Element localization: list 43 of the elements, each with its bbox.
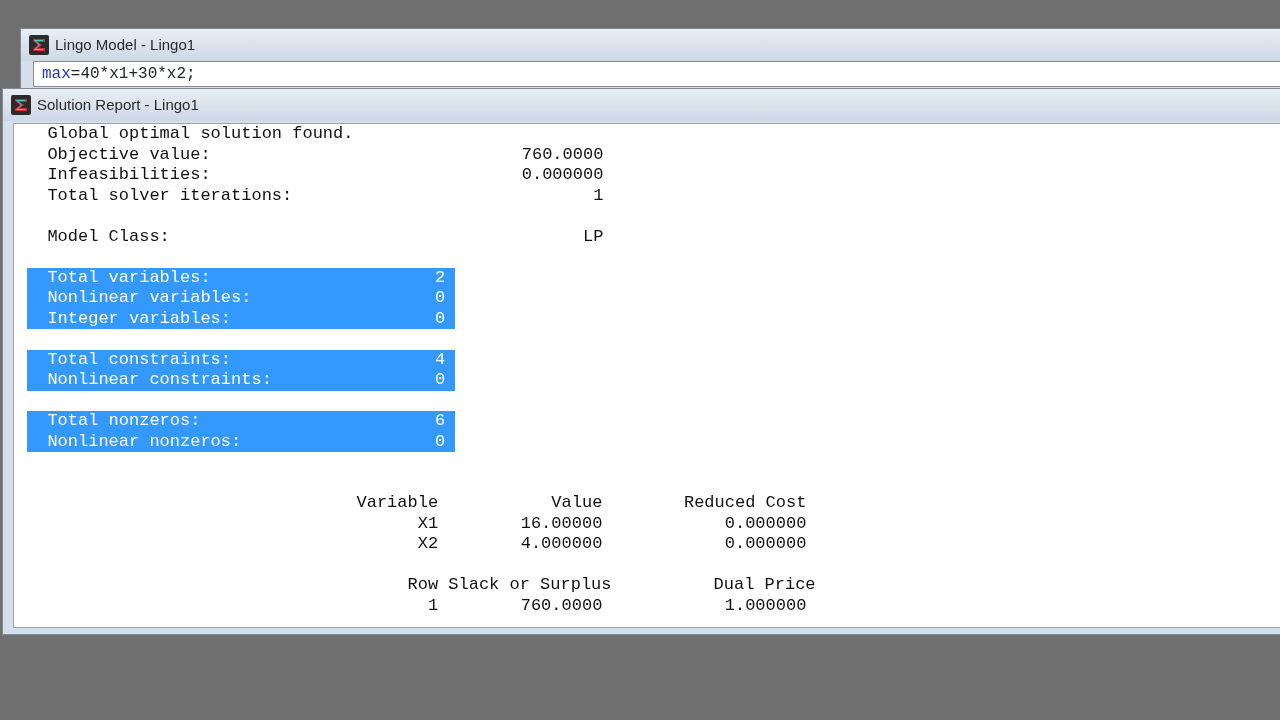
window-title: Solution Report - Lingo1 <box>37 94 199 115</box>
report-label: Global optimal solution found. <box>47 124 354 145</box>
table-cell-text: 4.000000 <box>519 534 603 555</box>
report-label: Infeasibilities: <box>47 165 211 186</box>
report-value: 2 <box>435 267 446 288</box>
report-label: Nonlinear variables: <box>47 288 252 309</box>
window-title: Lingo Model - Lingo1 <box>55 34 196 55</box>
report-label: Total nonzeros: <box>47 411 201 432</box>
table-cell-text: 0.000000 <box>723 534 807 555</box>
report-value: 0 <box>435 431 446 452</box>
report-label: Nonlinear nonzeros: <box>47 431 242 452</box>
table-cell-text: X1 <box>416 513 439 534</box>
report-value: 0 <box>435 308 446 329</box>
column-header: Row <box>406 575 439 596</box>
table-cell-text: 760.0000 <box>519 595 603 616</box>
report-label: Objective value: <box>47 144 211 165</box>
code-editor[interactable]: max=40*x1+30*x2; <box>33 61 1280 87</box>
report-label: Integer variables: <box>47 308 232 329</box>
report-label: Total solver iterations: <box>47 185 293 206</box>
table-cell-text: 0.000000 <box>723 513 807 534</box>
app-icon <box>11 95 31 115</box>
report-value: 760.0000 <box>521 144 604 165</box>
column-header: Variable <box>355 493 439 514</box>
report-label: Nonlinear constraints: <box>47 370 272 391</box>
report-label: Model Class: <box>47 226 170 247</box>
table-cell-text: 16.00000 <box>519 513 603 534</box>
report-value: 6 <box>435 411 446 432</box>
table-cell-text: 1 <box>426 595 439 616</box>
report-value: 0 <box>435 288 446 309</box>
column-header: Dual Price <box>712 575 816 596</box>
column-header: Reduced Cost <box>682 493 807 514</box>
report-value: LP <box>582 226 604 247</box>
table-cell-text: 1.000000 <box>723 595 807 616</box>
report-label: Total variables: <box>47 267 211 288</box>
report-label: Total constraints: <box>47 349 232 370</box>
app-icon <box>29 35 49 55</box>
report-value: 4 <box>435 349 446 370</box>
report-value: 0 <box>435 370 446 391</box>
column-header: Value <box>550 493 603 514</box>
column-header: Slack or Surplus <box>447 575 612 596</box>
report-value: 0.000000 <box>521 165 604 186</box>
report-value: 1 <box>593 185 604 206</box>
table-cell-text: X2 <box>416 534 439 555</box>
